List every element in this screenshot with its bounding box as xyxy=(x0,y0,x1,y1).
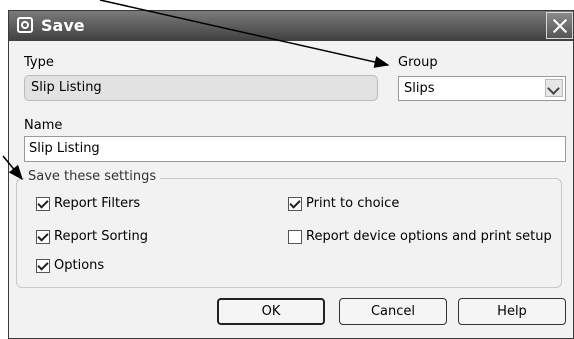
checkbox-checked-icon[interactable] xyxy=(36,229,50,244)
type-field: Slip Listing xyxy=(24,75,378,101)
close-icon[interactable] xyxy=(546,12,573,39)
chevron-down-icon[interactable] xyxy=(545,79,563,97)
help-button[interactable]: Help xyxy=(458,298,566,325)
checkbox-checked-icon[interactable] xyxy=(36,196,50,211)
ok-button[interactable]: OK xyxy=(217,298,325,325)
checkbox-checked-icon[interactable] xyxy=(288,196,302,211)
type-label: Type xyxy=(24,55,54,70)
name-label: Name xyxy=(24,118,63,133)
checkbox-label: Report Filters xyxy=(54,196,141,211)
dialog-title: Save xyxy=(41,16,85,35)
checkbox-report-sorting[interactable]: Report Sorting xyxy=(36,229,148,244)
checkbox-print-to-choice[interactable]: Print to choice xyxy=(288,196,399,211)
app-icon xyxy=(17,17,33,33)
checkbox-report-device-options[interactable]: Report device options and print setup xyxy=(288,229,552,244)
checkbox-label: Options xyxy=(54,258,105,273)
checkbox-checked-icon[interactable] xyxy=(36,258,50,273)
checkbox-unchecked-icon[interactable] xyxy=(288,229,302,244)
name-input[interactable]: Slip Listing xyxy=(24,136,566,162)
checkbox-label: Report device options and print setup xyxy=(306,229,552,244)
checkbox-label: Report Sorting xyxy=(54,229,148,244)
settings-legend: Save these settings xyxy=(24,169,161,184)
cancel-button[interactable]: Cancel xyxy=(339,298,447,325)
checkbox-label: Print to choice xyxy=(306,196,400,211)
group-select[interactable]: Slips xyxy=(398,76,566,101)
group-select-value: Slips xyxy=(404,81,435,96)
checkbox-report-filters[interactable]: Report Filters xyxy=(36,196,140,211)
title-bar: Save xyxy=(9,11,573,41)
checkbox-options[interactable]: Options xyxy=(36,258,104,273)
group-label: Group xyxy=(398,55,438,70)
